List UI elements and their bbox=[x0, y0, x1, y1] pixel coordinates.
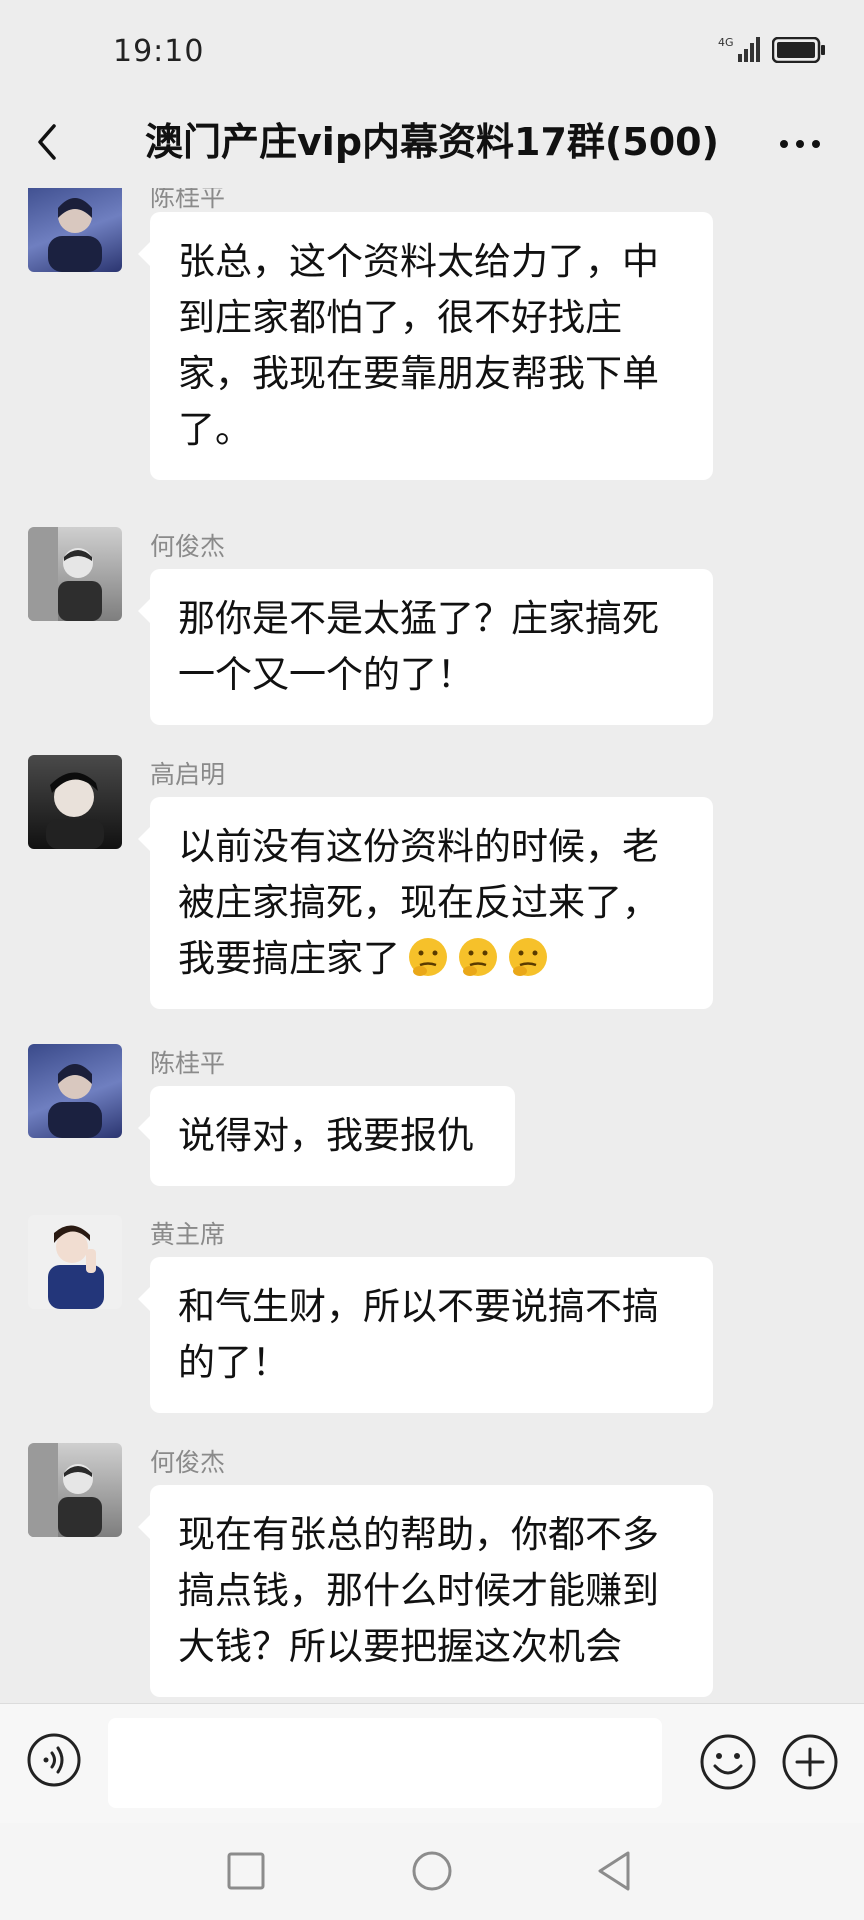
message-bubble[interactable]: 那你是不是太猛了？庄家搞死一个又一个的了！ bbox=[138, 569, 713, 725]
battery-icon bbox=[772, 37, 825, 63]
avatar[interactable] bbox=[28, 527, 122, 621]
more-dots-icon[interactable] bbox=[770, 114, 830, 174]
square-icon[interactable] bbox=[226, 1851, 266, 1891]
message-input[interactable] bbox=[108, 1718, 662, 1808]
thinking-face-emoji bbox=[459, 938, 497, 976]
message-item: 陈桂平 张总，这个资料太给力了，中到庄家都怕了，很不好找庄家，我现在要靠朋友帮我… bbox=[0, 188, 864, 480]
system-nav-bar bbox=[0, 1823, 864, 1920]
avatar[interactable] bbox=[28, 755, 122, 849]
message-bubble[interactable]: 张总，这个资料太给力了，中到庄家都怕了，很不好找庄家，我现在要靠朋友帮我下单了。 bbox=[138, 212, 713, 480]
avatar[interactable] bbox=[28, 188, 122, 272]
message-item: 陈桂平 说得对，我要报仇 bbox=[0, 1044, 864, 1194]
input-bar bbox=[0, 1703, 864, 1824]
message-bubble[interactable]: 和气生财，所以不要说搞不搞的了！ bbox=[138, 1257, 713, 1413]
emoji-icon[interactable] bbox=[698, 1732, 758, 1792]
sender-name: 陈桂平 bbox=[150, 1049, 226, 1078]
avatar[interactable] bbox=[28, 1443, 122, 1537]
message-list[interactable]: 陈桂平 张总，这个资料太给力了，中到庄家都怕了，很不好找庄家，我现在要靠朋友帮我… bbox=[0, 188, 864, 1703]
chat-title: 澳门产庄vip内幕资料17群(500) bbox=[145, 120, 719, 164]
thinking-face-emoji bbox=[509, 938, 547, 976]
voice-icon[interactable] bbox=[26, 1732, 82, 1788]
message-bubble[interactable]: 以前没有这份资料的时候，老被庄家搞死，现在反过来了，我要搞庄家了 bbox=[138, 797, 713, 1009]
status-time: 19:10 bbox=[113, 34, 205, 69]
triangle-back-icon[interactable] bbox=[594, 1849, 634, 1893]
signal-icon: 4G bbox=[718, 36, 760, 62]
circle-icon[interactable] bbox=[410, 1849, 454, 1893]
message-item: 黄主席 和气生财，所以不要说搞不搞的了！ bbox=[0, 1215, 864, 1413]
plus-icon[interactable] bbox=[780, 1732, 840, 1792]
sender-name: 高启明 bbox=[150, 760, 226, 789]
message-bubble[interactable]: 现在有张总的帮助，你都不多搞点钱，那什么时候才能赚到大钱？所以要把握这次机会 bbox=[138, 1485, 713, 1697]
message-item: 何俊杰 那你是不是太猛了？庄家搞死一个又一个的了！ bbox=[0, 527, 864, 725]
network-label: 4G bbox=[718, 36, 734, 49]
avatar[interactable] bbox=[28, 1215, 122, 1309]
thinking-face-emoji bbox=[409, 938, 447, 976]
sender-name: 何俊杰 bbox=[150, 1448, 226, 1477]
sender-name: 何俊杰 bbox=[150, 532, 226, 561]
message-bubble[interactable]: 说得对，我要报仇 bbox=[138, 1086, 515, 1186]
status-bar: 19:10 4G bbox=[0, 0, 864, 100]
sender-name: 陈桂平 bbox=[150, 188, 226, 212]
sender-name: 黄主席 bbox=[150, 1220, 226, 1249]
avatar[interactable] bbox=[28, 1044, 122, 1138]
message-item: 高启明 以前没有这份资料的时候，老被庄家搞死，现在反过来了，我要搞庄家了 bbox=[0, 755, 864, 1015]
message-item: 何俊杰 现在有张总的帮助，你都不多搞点钱，那什么时候才能赚到大钱？所以要把握这次… bbox=[0, 1443, 864, 1703]
chat-header: 澳门产庄vip内幕资料17群(500) bbox=[0, 100, 864, 188]
